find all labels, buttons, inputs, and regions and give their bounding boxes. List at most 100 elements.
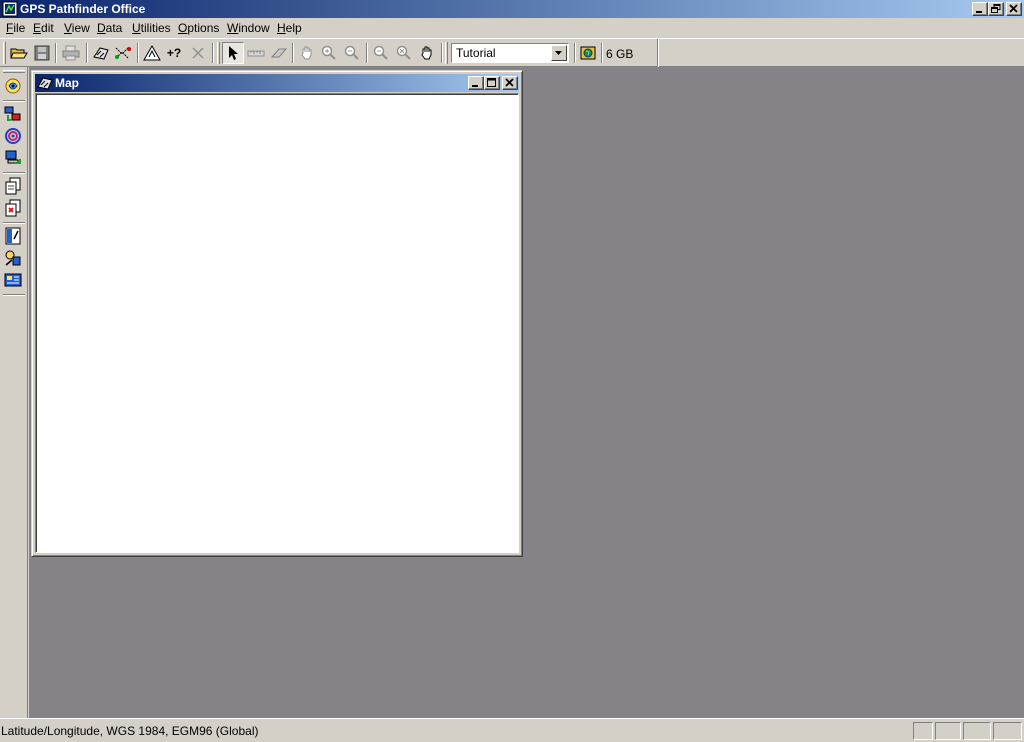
- map-maximize-button[interactable]: [484, 76, 500, 90]
- status-pane: [935, 722, 961, 740]
- zoom-out-tool-button[interactable]: [341, 42, 363, 64]
- map-window-title-bar[interactable]: Map: [35, 74, 519, 92]
- measure-connect-button[interactable]: [187, 42, 209, 64]
- data-dictionary-button[interactable]: [3, 226, 23, 246]
- toolbar-grip[interactable]: [217, 42, 220, 64]
- status-bar: Latitude/Longitude, WGS 1984, EGM96 (Glo…: [0, 718, 1024, 742]
- arrow-pointer-icon: [229, 46, 238, 60]
- coordinate-system-icon: [4, 273, 22, 287]
- menu-bar: File Edit View Data Utilities Options Wi…: [0, 18, 1024, 38]
- toolbar-grip[interactable]: [3, 42, 6, 64]
- select-tool-button[interactable]: [222, 42, 244, 64]
- minimize-button[interactable]: [972, 2, 988, 16]
- measure-tool-button[interactable]: [245, 42, 267, 64]
- map-window-title: Map: [55, 76, 79, 90]
- chevron-down-icon: [555, 51, 562, 55]
- close-button[interactable]: [1006, 2, 1022, 16]
- zoom-previous-icon: [373, 45, 388, 60]
- toolbar-separator: [55, 43, 57, 63]
- import-button[interactable]: [3, 176, 23, 196]
- toolbar-separator: [3, 172, 25, 174]
- coordinate-system-status: Latitude/Longitude, WGS 1984, EGM96 (Glo…: [1, 724, 259, 738]
- position-properties-button[interactable]: [141, 42, 163, 64]
- cross-lines-icon: [192, 47, 204, 59]
- data-dictionary-icon: [5, 227, 21, 245]
- project-combo-value: Tutorial: [456, 46, 496, 60]
- combine-files-button[interactable]: [3, 198, 23, 218]
- differential-correction-button[interactable]: [3, 104, 23, 124]
- pan-tool-button[interactable]: [296, 42, 318, 64]
- ruler-icon: [247, 50, 265, 57]
- menu-help[interactable]: Help: [277, 21, 302, 35]
- coordinate-system-button[interactable]: [3, 270, 23, 290]
- menu-edit[interactable]: Edit: [33, 21, 54, 35]
- toolbar-separator: [366, 43, 368, 63]
- disk-space-label: 6 GB: [606, 47, 634, 61]
- app-icon[interactable]: [2, 1, 18, 17]
- menu-options[interactable]: Options: [178, 21, 219, 35]
- project-globe-icon: [580, 46, 596, 60]
- project-combo-dropdown-button[interactable]: [551, 45, 567, 61]
- open-folder-button[interactable]: [8, 42, 30, 64]
- printer-icon: [62, 45, 80, 61]
- toolbar-grip[interactable]: [3, 70, 25, 73]
- zoom-extents-icon: [396, 45, 411, 60]
- floppy-disk-icon: [34, 45, 50, 61]
- feature-points-icon: [115, 47, 131, 59]
- menu-window[interactable]: Window: [227, 21, 270, 35]
- menu-data[interactable]: Data: [97, 21, 122, 35]
- triangle-position-icon: [143, 45, 161, 61]
- toolbar-grip[interactable]: [445, 42, 448, 64]
- zoom-previous-button[interactable]: [370, 42, 392, 64]
- toolbar-separator: [292, 43, 294, 63]
- waypoints-button[interactable]: [3, 248, 23, 268]
- toolbar-separator: [3, 222, 25, 224]
- zoom-extents-button[interactable]: [393, 42, 415, 64]
- hand-grab-icon: [421, 46, 432, 60]
- computer-export-icon: [5, 150, 21, 164]
- map-window[interactable]: Map: [31, 70, 523, 557]
- restore-button[interactable]: [988, 2, 1004, 16]
- main-toolbar: +? Tutorial 6 GB: [0, 38, 1024, 67]
- query-button[interactable]: +?: [163, 42, 185, 64]
- documents-icon: [5, 177, 21, 195]
- map-minimize-button[interactable]: [468, 76, 484, 90]
- combine-files-icon: [5, 199, 21, 217]
- menu-file[interactable]: File: [6, 21, 25, 35]
- export-button[interactable]: [3, 148, 23, 168]
- toolbar-separator: [441, 43, 443, 63]
- open-folder-icon: [10, 48, 28, 59]
- feature-properties-button[interactable]: [112, 42, 134, 64]
- toolbar-separator: [137, 43, 139, 63]
- project-properties-button[interactable]: [577, 42, 599, 64]
- zoom-in-tool-button[interactable]: [318, 42, 340, 64]
- map-close-button[interactable]: [502, 76, 518, 90]
- target-icon: [5, 128, 21, 144]
- grid-to-ground-button[interactable]: [3, 126, 23, 146]
- eraser-tool-button[interactable]: [268, 42, 290, 64]
- toolbar-separator: [86, 43, 88, 63]
- menu-utilities[interactable]: Utilities: [132, 21, 171, 35]
- hand-icon: [301, 46, 312, 60]
- map-canvas[interactable]: [35, 93, 519, 553]
- toolbar-end-divider: [657, 39, 659, 67]
- waypoints-icon: [5, 250, 21, 266]
- menu-view[interactable]: View: [64, 21, 90, 35]
- status-pane: [993, 722, 1022, 740]
- zoom-in-icon: [321, 45, 336, 60]
- project-combo[interactable]: Tutorial: [451, 43, 569, 63]
- print-button[interactable]: [60, 42, 82, 64]
- map-window-icon[interactable]: [37, 75, 53, 94]
- app-title-bar[interactable]: GPS Pathfinder Office: [0, 0, 1024, 18]
- zoom-out-icon: [344, 45, 359, 60]
- app-title: GPS Pathfinder Office: [20, 2, 146, 16]
- toolbar-separator: [601, 43, 603, 63]
- data-transfer-button[interactable]: [3, 76, 23, 96]
- differential-correction-icon: [4, 106, 21, 121]
- save-button[interactable]: [31, 42, 53, 64]
- eraser-icon: [270, 48, 288, 58]
- satellite-dish-icon: [5, 78, 21, 94]
- pan-to-button[interactable]: [416, 42, 438, 64]
- map-layers-icon: [93, 47, 109, 60]
- map-layers-button[interactable]: [90, 42, 112, 64]
